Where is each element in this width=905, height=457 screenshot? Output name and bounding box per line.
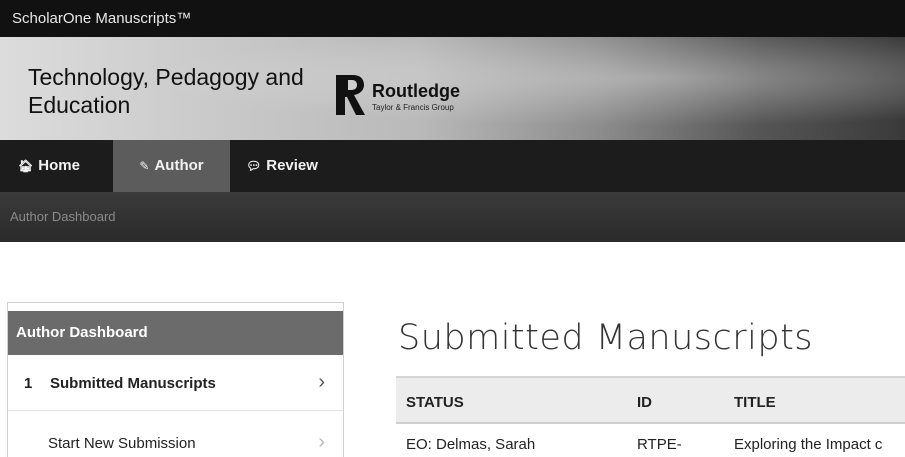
column-header-status[interactable]: STATUS: [406, 394, 464, 411]
cell-title[interactable]: Exploring the Impact c: [734, 436, 905, 453]
sidebar-item-label: Start New Submission: [48, 435, 196, 452]
breadcrumb[interactable]: Author Dashboard: [10, 209, 116, 224]
author-dashboard-sidebar: Author Dashboard 1 Submitted Manuscripts…: [7, 302, 344, 457]
nav-tab-author[interactable]: ✎ Author: [113, 140, 230, 192]
publisher-name: Routledge: [372, 81, 460, 101]
publisher-tagline: Taylor & Francis Group: [372, 103, 454, 112]
chevron-right-icon: ›: [318, 371, 325, 393]
cell-id: RTPE-: [637, 436, 682, 453]
journal-title[interactable]: Technology, Pedagogy and Education: [28, 63, 318, 119]
table-row: EO: Delmas, Sarah RTPE- Exploring the Im…: [396, 424, 905, 457]
breadcrumb-bar: Author Dashboard: [0, 192, 905, 242]
top-brand-bar: ScholarOne Manuscripts™: [0, 0, 905, 37]
main-navbar: 🏠︎ Home ✎ Author 💬︎ Review: [0, 140, 905, 192]
nav-tab-label: Author: [154, 157, 204, 174]
column-header-title[interactable]: TITLE: [734, 394, 776, 411]
nav-tab-label: Home: [38, 157, 80, 174]
brand-label: ScholarOne Manuscripts™: [12, 10, 192, 27]
page-title: Submitted Manuscripts: [398, 318, 814, 358]
pencil-icon: ✎: [139, 159, 150, 173]
sidebar-header: Author Dashboard: [8, 311, 343, 355]
speech-bubble-icon: 💬︎: [246, 159, 262, 173]
manuscripts-table-header: STATUS ID TITLE: [396, 376, 905, 424]
routledge-r-logo-icon: [336, 75, 365, 115]
nav-tab-label: Review: [266, 157, 318, 174]
nav-tab-home[interactable]: 🏠︎ Home: [18, 140, 80, 192]
chevron-right-icon: ›: [318, 431, 325, 453]
column-header-id[interactable]: ID: [637, 394, 652, 411]
sidebar-item-start-new-submission[interactable]: Start New Submission ›: [8, 411, 343, 457]
cell-status: EO: Delmas, Sarah: [406, 436, 536, 453]
sidebar-item-label: Submitted Manuscripts: [50, 375, 216, 392]
nav-tab-review[interactable]: 💬︎ Review: [246, 140, 318, 192]
item-count: 1: [24, 375, 33, 392]
journal-banner: Technology, Pedagogy and Education Routl…: [0, 37, 905, 140]
sidebar-item-submitted-manuscripts[interactable]: 1 Submitted Manuscripts ›: [8, 355, 343, 411]
home-icon: 🏠︎: [18, 159, 34, 173]
